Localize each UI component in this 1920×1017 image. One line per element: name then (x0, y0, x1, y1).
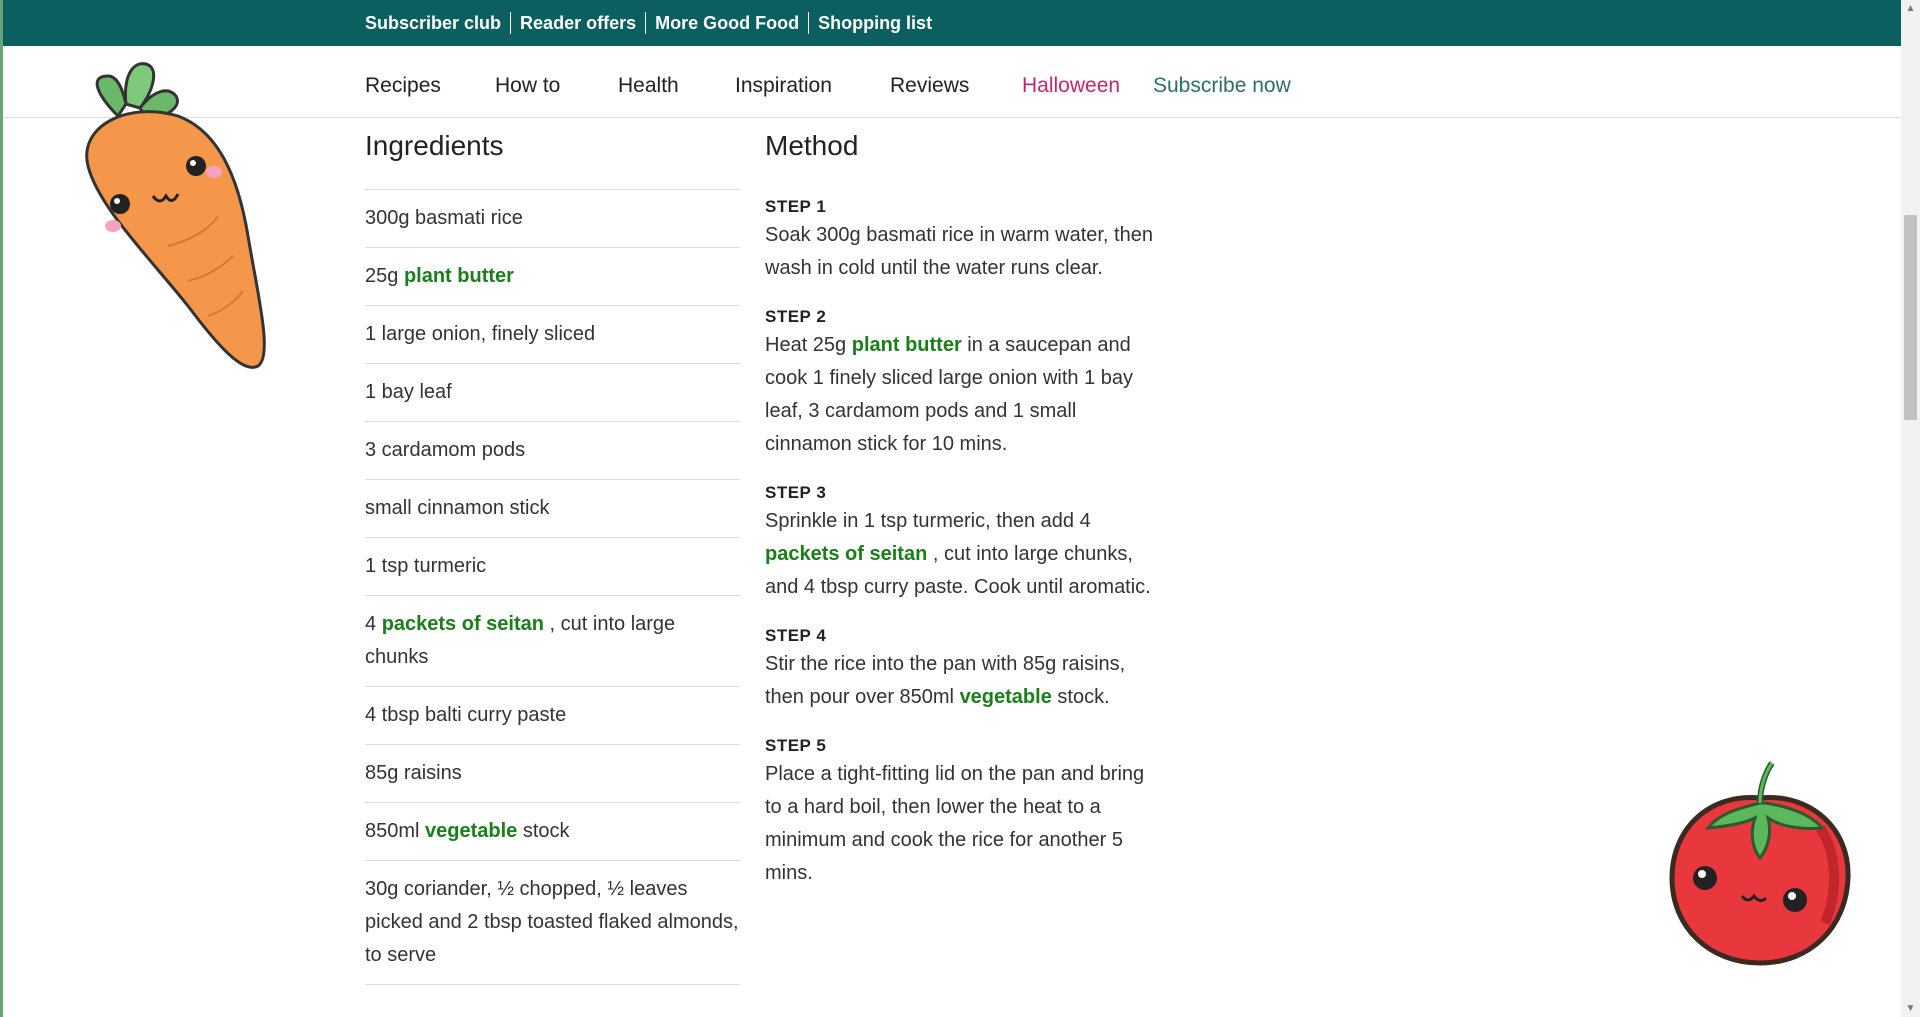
method-step: STEP 5 Place a tight-fitting lid on the … (765, 736, 1155, 890)
step-link-plant-butter[interactable]: plant butter (852, 334, 962, 356)
scroll-down-arrow-icon[interactable]: ▼ (1901, 1000, 1920, 1017)
tomato-eye (1783, 888, 1807, 912)
more-good-food-link[interactable]: More Good Food (646, 13, 808, 34)
step-label: STEP 5 (765, 736, 827, 755)
method-steps: STEP 1 Soak 300g basmati rice in warm wa… (765, 197, 1155, 912)
ingredient-link-vegetable[interactable]: vegetable (425, 820, 517, 842)
nav-halloween[interactable]: Halloween (1022, 46, 1120, 117)
step-text: Soak 300g basmati rice in warm water, th… (765, 224, 1153, 279)
step-text-part: Heat 25g (765, 334, 852, 356)
step-text: Place a tight-fitting lid on the pan and… (765, 763, 1145, 884)
list-item: 30g coriander, ½ chopped, ½ leaves picke… (365, 860, 740, 985)
list-item: 4 tbsp balti curry paste (365, 686, 740, 744)
step-text-part: Sprinkle in 1 tsp turmeric, then add 4 (765, 510, 1091, 532)
carrot-sticker-icon (85, 62, 266, 369)
step-label: STEP 4 (765, 626, 827, 645)
ingredient-text: 30g coriander, ½ chopped, ½ leaves picke… (365, 878, 739, 966)
carrot-eye (186, 156, 206, 176)
ingredient-text: 85g raisins (365, 762, 462, 784)
list-item: 1 bay leaf (365, 363, 740, 421)
tomato-sticker-icon (1669, 761, 1851, 966)
step-label: STEP 1 (765, 197, 827, 216)
step-text: Sprinkle in 1 tsp turmeric, then add 4 p… (765, 505, 1155, 604)
method-step: STEP 2 Heat 25g plant butter in a saucep… (765, 307, 1155, 461)
ingredient-text: 25g (365, 265, 404, 287)
tomato-eye-shine (1698, 870, 1706, 878)
list-item: 85g raisins (365, 744, 740, 802)
shopping-list-link[interactable]: Shopping list (809, 13, 941, 34)
step-label: STEP 3 (765, 483, 827, 502)
window-edge (0, 0, 3, 1017)
method-step: STEP 1 Soak 300g basmati rice in warm wa… (765, 197, 1155, 285)
ingredient-text: 1 bay leaf (365, 381, 452, 403)
ingredient-text: 4 (365, 613, 382, 635)
scroll-up-arrow-icon[interactable]: ▲ (1901, 0, 1920, 17)
nav-inspiration[interactable]: Inspiration (735, 46, 832, 117)
list-item: 850ml vegetable stock (365, 802, 740, 860)
method-step: STEP 3 Sprinkle in 1 tsp turmeric, then … (765, 483, 1155, 604)
step-label: STEP 2 (765, 307, 827, 326)
ingredient-text: small cinnamon stick (365, 497, 550, 519)
ingredients-heading: Ingredients (365, 130, 504, 161)
list-item: 1 tsp turmeric (365, 537, 740, 595)
top-links: Subscriber club Reader offers More Good … (365, 0, 941, 46)
list-item: 1 large onion, finely sliced (365, 305, 740, 363)
carrot-eye-shine (114, 198, 120, 204)
list-item: 4 packets of seitan , cut into large chu… (365, 595, 740, 686)
scroll-thumb[interactable] (1904, 215, 1917, 420)
tomato-eye (1693, 866, 1717, 890)
list-item: 25g plant butter (365, 247, 740, 305)
top-utility-bar: Subscriber club Reader offers More Good … (3, 0, 1901, 46)
carrot-blush (206, 166, 222, 178)
step-text: Heat 25g plant butter in a saucepan and … (765, 329, 1155, 461)
ingredient-text: 3 cardamom pods (365, 439, 526, 461)
reader-offers-link[interactable]: Reader offers (511, 13, 645, 34)
step-text-part: stock. (1051, 686, 1110, 708)
list-item: 3 cardamom pods (365, 421, 740, 479)
ingredient-text: 300g basmati rice (365, 207, 523, 229)
ingredient-text: 4 tbsp balti curry paste (365, 704, 567, 726)
nav-how-to[interactable]: How to (495, 46, 560, 117)
ingredient-link-plant-butter[interactable]: plant butter (404, 265, 514, 287)
step-link-vegetable[interactable]: vegetable (960, 686, 1052, 708)
ingredient-text: 1 large onion, finely sliced (365, 323, 596, 345)
ingredient-text: stock (517, 820, 570, 842)
step-link-seitan[interactable]: packets of seitan (765, 543, 927, 565)
page-scrollbar[interactable]: ▲ ▼ (1901, 0, 1920, 1017)
list-item: small cinnamon stick (365, 479, 740, 537)
ingredient-text: 850ml (365, 820, 426, 842)
nav-health[interactable]: Health (618, 46, 679, 117)
list-item: 300g basmati rice (365, 189, 740, 247)
nav-subscribe-now[interactable]: Subscribe now (1153, 46, 1291, 117)
subscriber-club-link[interactable]: Subscriber club (365, 13, 510, 34)
tomato-eye-shine (1788, 892, 1796, 900)
nav-reviews[interactable]: Reviews (890, 46, 969, 117)
method-step: STEP 4 Stir the rice into the pan with 8… (765, 626, 1155, 714)
nav-recipes[interactable]: Recipes (365, 46, 441, 117)
step-text: Stir the rice into the pan with 85g rais… (765, 648, 1155, 714)
ingredient-text: 1 tsp turmeric (365, 555, 487, 577)
carrot-body (85, 110, 266, 369)
ingredient-link-seitan[interactable]: packets of seitan (382, 613, 544, 635)
carrot-eye (110, 194, 130, 214)
carrot-blush (105, 220, 121, 232)
ingredients-list: 300g basmati rice 25g plant butter 1 lar… (365, 189, 740, 985)
carrot-eye-shine (190, 160, 196, 166)
method-heading: Method (765, 130, 859, 161)
